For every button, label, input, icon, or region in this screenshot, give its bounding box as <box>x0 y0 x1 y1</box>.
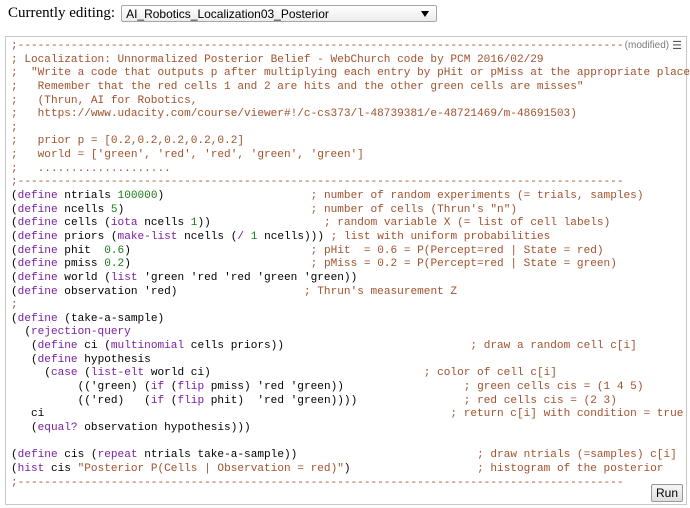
code-text[interactable]: ;---------------------------------------… <box>11 40 690 490</box>
code-line: ;---------------------------------------… <box>11 40 624 52</box>
code-line: (rejection-query <box>11 326 131 339</box>
code-line: ;---------------------------------------… <box>11 476 624 489</box>
code-line: ; Remember that the red cells 1 and 2 ar… <box>11 80 584 93</box>
code-line: (define observation 'red) ; Thrun's meas… <box>11 285 458 298</box>
code-line: ; .................... <box>11 162 171 175</box>
code-line: (define hypothesis <box>11 353 151 366</box>
code-line: ;---------------------------------------… <box>11 176 624 189</box>
code-line: (define ntrials 100000) ; number of rand… <box>11 190 644 203</box>
code-line: (hist cis "Posterior P(Cells | Observati… <box>11 462 664 475</box>
chevron-down-icon <box>421 10 430 17</box>
code-line: (define priors (make-list ncells (/ 1 nc… <box>11 230 551 243</box>
code-line: (define cis (repeat ntrials take-a-sampl… <box>11 449 677 462</box>
program-select-value: AI_Robotics_Localization03_Posterior <box>126 6 329 21</box>
code-line: ; prior p = [0.2,0.2,0.2,0.2,0.2] <box>11 135 245 148</box>
code-editor[interactable]: (modified) ☰ ;--------------------------… <box>5 36 690 505</box>
code-line: ; <box>11 299 18 312</box>
code-line: ; world = ['green', 'red', 'red', 'green… <box>11 149 364 162</box>
code-line: ci ; return c[i] with condition = true <box>11 408 684 421</box>
code-line: (define world (list 'green 'red 'red 'gr… <box>11 271 358 284</box>
code-line: (equal? observation hypothesis))) <box>11 421 251 434</box>
currently-editing-label: Currently editing: <box>8 4 116 21</box>
code-line: ; <box>11 121 18 134</box>
editing-header: Currently editing: AI_Robotics_Localizat… <box>8 3 438 23</box>
code-line: ; Localization: Unnormalized Posterior B… <box>11 53 544 66</box>
code-line: (('red) (if (flip phit) 'red 'green)))) … <box>11 394 617 407</box>
program-select[interactable]: AI_Robotics_Localization03_Posterior <box>121 4 438 22</box>
code-line: (define (take-a-sample) <box>11 312 165 325</box>
code-line: (define phit 0.6) ; pHit = 0.6 = P(Perce… <box>11 244 604 257</box>
code-line: (('green) (if (flip pmiss) 'red 'green))… <box>11 381 644 394</box>
code-line: ; https://www.udacity.com/course/viewer#… <box>11 108 577 121</box>
run-button[interactable]: Run <box>651 484 683 502</box>
code-line: ; (Thrun, AI for Robotics, <box>11 94 198 107</box>
code-line: (case (list-elt world ci) ; color of cel… <box>11 367 557 380</box>
code-line: (define ci (multinomial cells priors)) ;… <box>11 340 637 353</box>
code-line: ; "Write a code that outputs p after mul… <box>11 67 690 80</box>
code-line: (define ncells 5) ; number of cells (Thr… <box>11 203 518 216</box>
code-line: (define pmiss 0.2) ; pMiss = 0.2 = P(Per… <box>11 258 617 271</box>
code-line: (define cells (iota ncells 1)) ; random … <box>11 217 611 230</box>
